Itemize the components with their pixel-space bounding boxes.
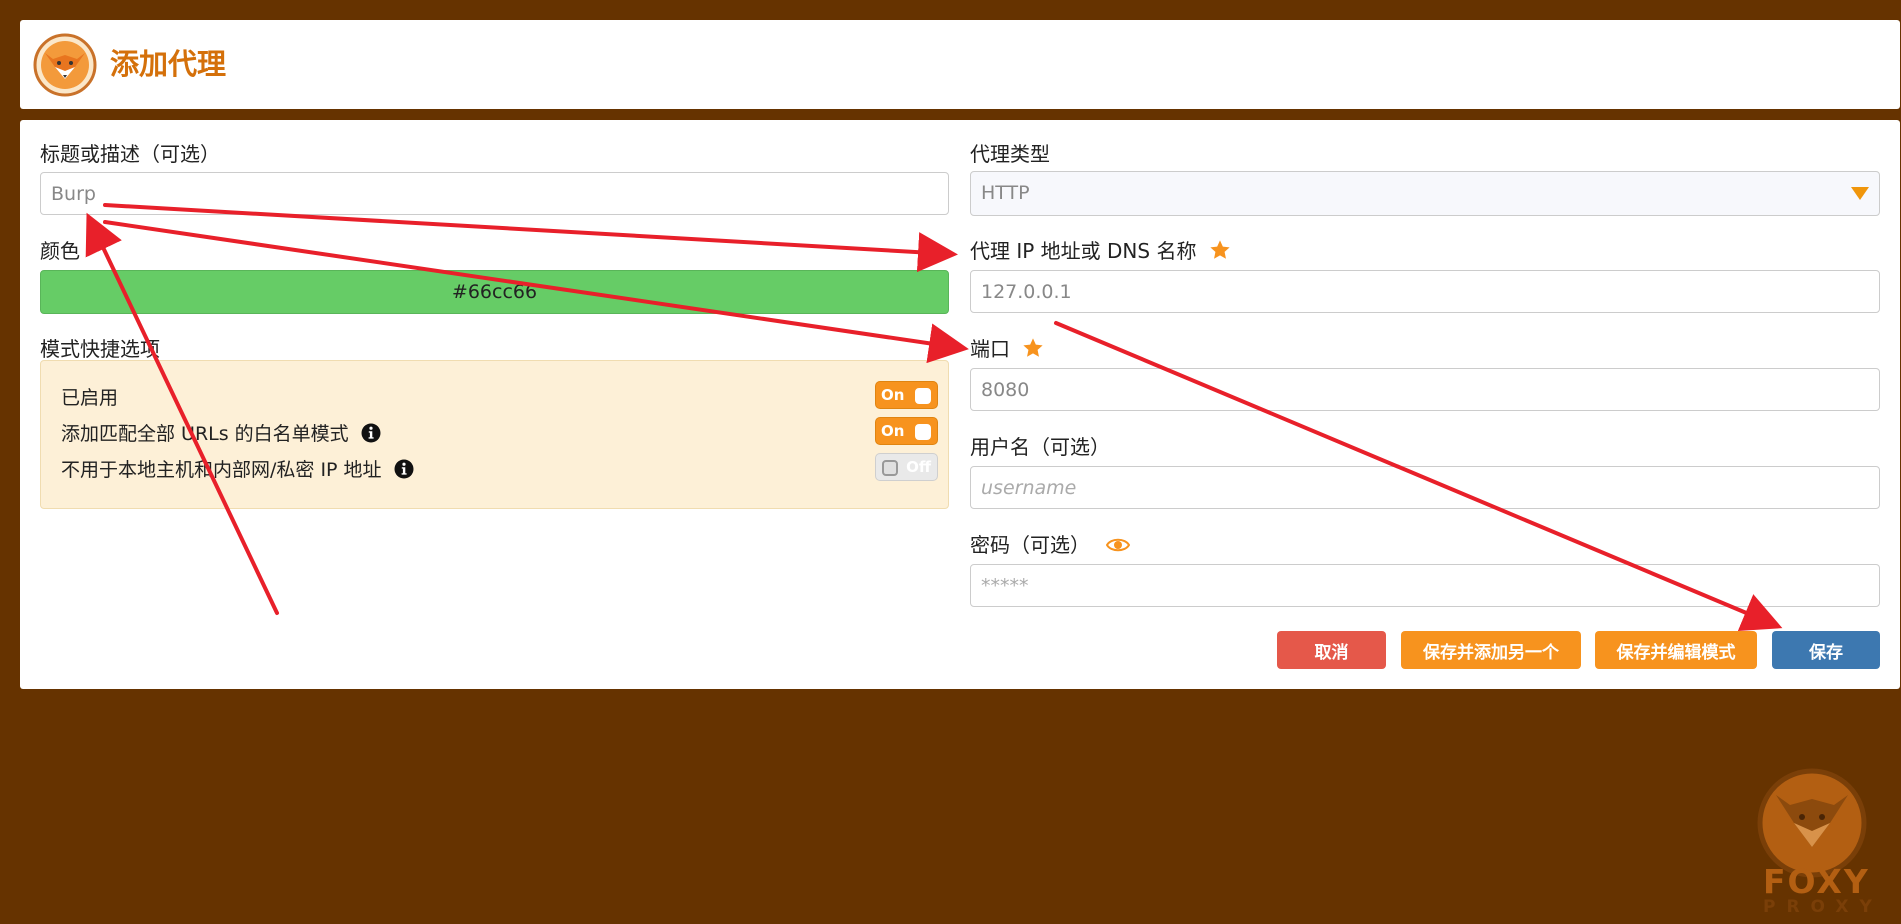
option-whitelist: 添加匹配全部 URLs 的白名单模式: [61, 421, 381, 447]
title-label: 标题或描述（可选）: [40, 142, 220, 166]
whitelist-toggle[interactable]: On: [875, 417, 938, 445]
password-label: 密码（可选）: [970, 532, 1131, 558]
watermark-proxy: PROXY: [1763, 897, 1883, 917]
toggle-knob: [915, 424, 931, 440]
toggle-state: On: [881, 386, 905, 404]
port-label: 端口: [970, 336, 1044, 362]
pattern-shortcuts-box: 已启用 On 添加匹配全部 URLs 的白名单模式 On 不用于本地主机和内部网…: [40, 360, 949, 509]
info-icon[interactable]: [394, 459, 414, 479]
fox-logo-icon: [33, 33, 97, 97]
chevron-down-icon: [1851, 187, 1869, 200]
star-icon: [1210, 240, 1230, 259]
star-icon: [1023, 338, 1043, 357]
option-enabled-label: 已启用: [61, 387, 119, 409]
pattern-shortcuts-label: 模式快捷选项: [40, 337, 160, 361]
port-label-text: 端口: [970, 337, 1010, 361]
password-label-text: 密码（可选）: [970, 533, 1090, 557]
title-input[interactable]: [40, 172, 949, 215]
toggle-knob: [915, 388, 931, 404]
no-local-toggle[interactable]: Off: [875, 453, 938, 481]
header: 添加代理: [20, 20, 1900, 109]
page-title: 添加代理: [110, 47, 227, 81]
toggle-state: On: [881, 422, 905, 440]
color-label: 颜色: [40, 239, 80, 263]
save-and-edit-patterns-button[interactable]: 保存并编辑模式: [1595, 631, 1757, 669]
toggle-knob: [882, 460, 898, 476]
option-no-local: 不用于本地主机和内部网/私密 IP 地址: [61, 457, 414, 483]
save-button[interactable]: 保存: [1772, 631, 1880, 669]
proxy-type-select[interactable]: HTTP: [970, 171, 1880, 216]
proxy-type-value: HTTP: [981, 182, 1030, 204]
cancel-button[interactable]: 取消: [1277, 631, 1386, 669]
proxy-ip-input[interactable]: [970, 270, 1880, 313]
eye-icon[interactable]: [1106, 536, 1131, 554]
port-input[interactable]: [970, 368, 1880, 411]
proxy-type-label: 代理类型: [970, 142, 1050, 166]
save-and-add-another-button[interactable]: 保存并添加另一个: [1401, 631, 1581, 669]
proxy-ip-label: 代理 IP 地址或 DNS 名称: [970, 238, 1231, 264]
color-picker[interactable]: #66cc66: [40, 270, 949, 314]
add-proxy-form: 标题或描述（可选） 颜色 #66cc66 模式快捷选项 已启用 On 添加匹配全…: [20, 120, 1900, 689]
username-input[interactable]: [970, 466, 1880, 509]
enabled-toggle[interactable]: On: [875, 381, 938, 409]
option-no-local-label: 不用于本地主机和内部网/私密 IP 地址: [61, 459, 382, 481]
password-input[interactable]: [970, 564, 1880, 607]
proxy-ip-label-text: 代理 IP 地址或 DNS 名称: [970, 239, 1197, 263]
toggle-state: Off: [906, 458, 931, 476]
username-label: 用户名（可选）: [970, 435, 1110, 459]
info-icon[interactable]: [361, 423, 381, 443]
watermark-foxy: FOXY: [1763, 862, 1870, 901]
option-enabled: 已启用: [61, 385, 118, 411]
option-whitelist-label: 添加匹配全部 URLs 的白名单模式: [61, 423, 349, 445]
